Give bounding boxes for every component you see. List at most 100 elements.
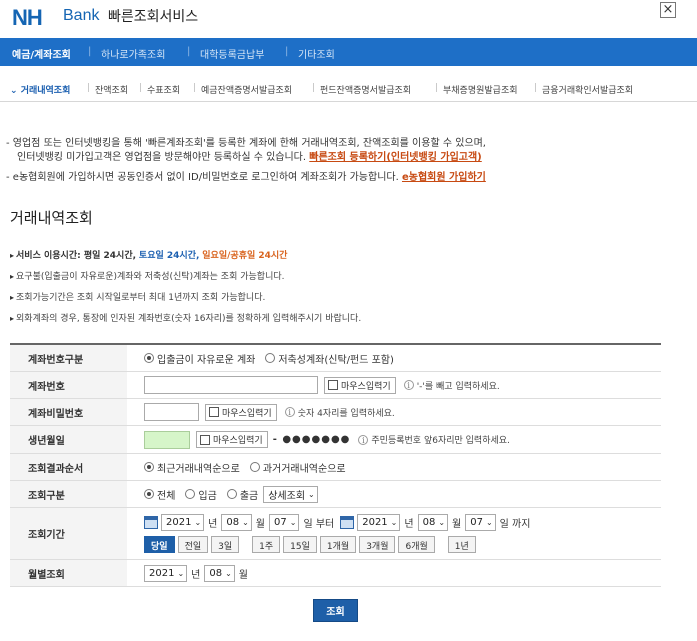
- chevron-down-icon: ⌄: [242, 518, 249, 527]
- password-hint: 숫자 4자리를 입력하세요.: [297, 408, 395, 419]
- account-no-input[interactable]: [144, 376, 318, 394]
- to-month-select[interactable]: 08 ⌄: [417, 514, 449, 531]
- subnav-label: 거래내역조회: [20, 86, 71, 96]
- chevron-down-icon: ⌄: [438, 518, 446, 527]
- checkbox[interactable]: [200, 434, 210, 445]
- nav-divider: |: [187, 46, 191, 57]
- period-1month-button[interactable]: 1개월: [319, 536, 357, 553]
- nav-divider: |: [534, 83, 538, 93]
- masked-id: - ●●●●●●●: [272, 434, 351, 445]
- radio-demand-account[interactable]: [144, 353, 154, 363]
- mainnav-item-tuition[interactable]: 대학등록금납부: [200, 46, 264, 61]
- subnav-item-check[interactable]: 수표조회: [147, 83, 180, 96]
- period-yesterday-button[interactable]: 전일: [177, 536, 209, 553]
- nav-divider: |: [435, 83, 439, 93]
- period-1week-button[interactable]: 1주: [252, 536, 281, 553]
- unit-label: 년: [208, 519, 218, 530]
- period-today-button[interactable]: 당일: [144, 536, 175, 553]
- radio-withdrawal[interactable]: [226, 489, 237, 499]
- select-value: 2021: [166, 517, 192, 528]
- nav-divider: |: [87, 83, 91, 93]
- chevron-down-icon: ⌄: [10, 86, 21, 96]
- notice-text: - e농협회원에 가입하시면 공동인증서 없이 ID/비밀번호로 로그인하여 계…: [6, 172, 399, 183]
- notice-line-3: - e농협회원에 가입하시면 공동인증서 없이 ID/비밀번호로 로그인하여 계…: [6, 168, 486, 183]
- period-3days-button[interactable]: 3일: [211, 536, 240, 553]
- nav-divider: |: [193, 83, 197, 93]
- period-15days-button[interactable]: 15일: [283, 536, 317, 553]
- title-bar: NH Bank 빠른조회서비스 ×: [0, 0, 697, 38]
- form-row-password: 계좌비밀번호 마우스입력기 i 숫자 4자리를 입력하세요.: [10, 399, 661, 426]
- to-year-select[interactable]: 2021 ⌄: [357, 514, 401, 531]
- triangle-bullet-icon: ▸: [10, 251, 15, 260]
- period-range: 2021 ⌄ 년 08 ⌄ 월 07 ⌄ 일 부터 2021 ⌄ 년 08 ⌄ 월 07 ⌄…: [144, 514, 530, 531]
- monthly-year-select[interactable]: 2021 ⌄: [144, 564, 188, 582]
- radio-recent-first[interactable]: [144, 462, 154, 472]
- subnav-item-history[interactable]: ⌄ 거래내역조회: [10, 83, 70, 96]
- period-1year-button[interactable]: 1년: [447, 536, 476, 553]
- form-row-birth: 생년월일 마우스입력기 - ●●●●●●● i 주민등록번호 앞6자리만 입력하세…: [10, 426, 661, 454]
- subnav-item-finance-cert[interactable]: 금융거래확인서발급조회: [542, 83, 633, 96]
- unit-label: 월: [238, 569, 248, 581]
- account-no-mouse-keyboard[interactable]: 마우스입력기: [324, 376, 396, 394]
- main-nav: 예금/계좌조회 | 하나로가족조회 | 대학등록금납부 | 기타조회: [0, 38, 697, 66]
- radio-label: 과거거래내역순으로: [262, 463, 346, 475]
- account-no-hint: '-'를 빼고 입력하세요.: [416, 381, 500, 392]
- from-day-select[interactable]: 07 ⌄: [269, 514, 300, 531]
- select-value: 2021: [362, 517, 388, 528]
- quick-register-link[interactable]: 빠른조회 등록하기(인터넷뱅킹 가입고객): [309, 152, 482, 163]
- from-month-select[interactable]: 08 ⌄: [221, 514, 252, 531]
- select-value: 07: [274, 517, 287, 528]
- info-text: 조회가능기간은 조회 시작일로부터 최대 1년까지 조회 가능합니다.: [16, 293, 266, 303]
- info-icon: i: [358, 434, 369, 445]
- monthly-label: 월별조회: [10, 560, 127, 586]
- from-year-select[interactable]: 2021 ⌄: [161, 514, 205, 531]
- radio-label: 전체: [157, 490, 176, 502]
- calendar-icon[interactable]: [340, 516, 355, 529]
- radio-deposit[interactable]: [185, 489, 196, 499]
- triangle-bullet-icon: ▸: [10, 314, 15, 323]
- radio-label: 출금: [239, 490, 259, 502]
- checkbox[interactable]: [328, 380, 338, 390]
- close-icon[interactable]: ×: [660, 2, 676, 18]
- period-3months-button[interactable]: 3개월: [359, 536, 396, 553]
- period-quick-buttons: 당일 전일 3일 1주 15일 1개월 3개월 6개월 1년: [144, 536, 479, 553]
- password-cell: 마우스입력기 i 숫자 4자리를 입력하세요.: [144, 399, 395, 425]
- mainnav-item-family[interactable]: 하나로가족조회: [101, 46, 165, 61]
- monthly-month-select[interactable]: 08 ⌄: [204, 564, 235, 582]
- form-row-order: 조회결과순서 최근거래내역순으로 과거거래내역순으로: [10, 454, 661, 481]
- radio-oldest-first[interactable]: [249, 462, 260, 472]
- nav-divider: |: [88, 46, 92, 57]
- search-button[interactable]: 조회: [313, 599, 358, 622]
- chevron-down-icon: ⌄: [194, 518, 202, 527]
- subnav-item-debt-cert[interactable]: 부채증명원발급조회: [443, 83, 518, 96]
- account-no-label: 계좌번호: [10, 372, 127, 398]
- account-type-label: 계좌번호구분: [10, 345, 127, 371]
- subnav-item-deposit-cert[interactable]: 예금잔액증명서발급조회: [201, 83, 292, 96]
- form-row-account-no: 계좌번호 마우스입력기 i '-'를 빼고 입력하세요.: [10, 372, 661, 399]
- subnav-item-balance[interactable]: 잔액조회: [95, 83, 128, 96]
- form-row-monthly: 월별조회 2021 ⌄ 년 08 ⌄ 월: [10, 560, 661, 587]
- mainnav-item-etc[interactable]: 기타조회: [298, 46, 335, 61]
- page-title: 거래내역조회: [10, 209, 93, 227]
- password-input[interactable]: [144, 403, 199, 421]
- period-6months-button[interactable]: 6개월: [398, 536, 435, 553]
- radio-all[interactable]: [144, 489, 154, 499]
- e-member-join-link[interactable]: e농협회원 가입하기: [402, 172, 486, 183]
- to-day-select[interactable]: 07 ⌄: [465, 514, 496, 531]
- mouse-input-label: 마우스입력기: [341, 381, 391, 392]
- subnav-item-fund-cert[interactable]: 펀드잔액증명서발급조회: [320, 83, 411, 96]
- radio-savings-account[interactable]: [265, 353, 276, 363]
- select-value: 2021: [149, 567, 175, 579]
- birth-mouse-keyboard[interactable]: 마우스입력기: [196, 431, 268, 448]
- password-mouse-keyboard[interactable]: 마우스입력기: [205, 403, 277, 421]
- nav-divider: |: [139, 83, 143, 93]
- unit-label: 년: [404, 519, 414, 530]
- checkbox[interactable]: [209, 407, 219, 417]
- detail-search-select[interactable]: 상세조회 ⌄: [263, 485, 318, 503]
- select-value: 08: [226, 517, 240, 528]
- calendar-icon[interactable]: [144, 516, 158, 529]
- info-line: ▸ 외화계좌의 경우, 통장에 인자된 계좌번호(숫자 16자리)를 정확하게 입…: [10, 311, 361, 324]
- account-no-cell: 마우스입력기 i '-'를 빼고 입력하세요.: [144, 372, 500, 398]
- mainnav-item-deposit[interactable]: 예금/계좌조회: [12, 46, 71, 61]
- birth-input[interactable]: [144, 430, 190, 449]
